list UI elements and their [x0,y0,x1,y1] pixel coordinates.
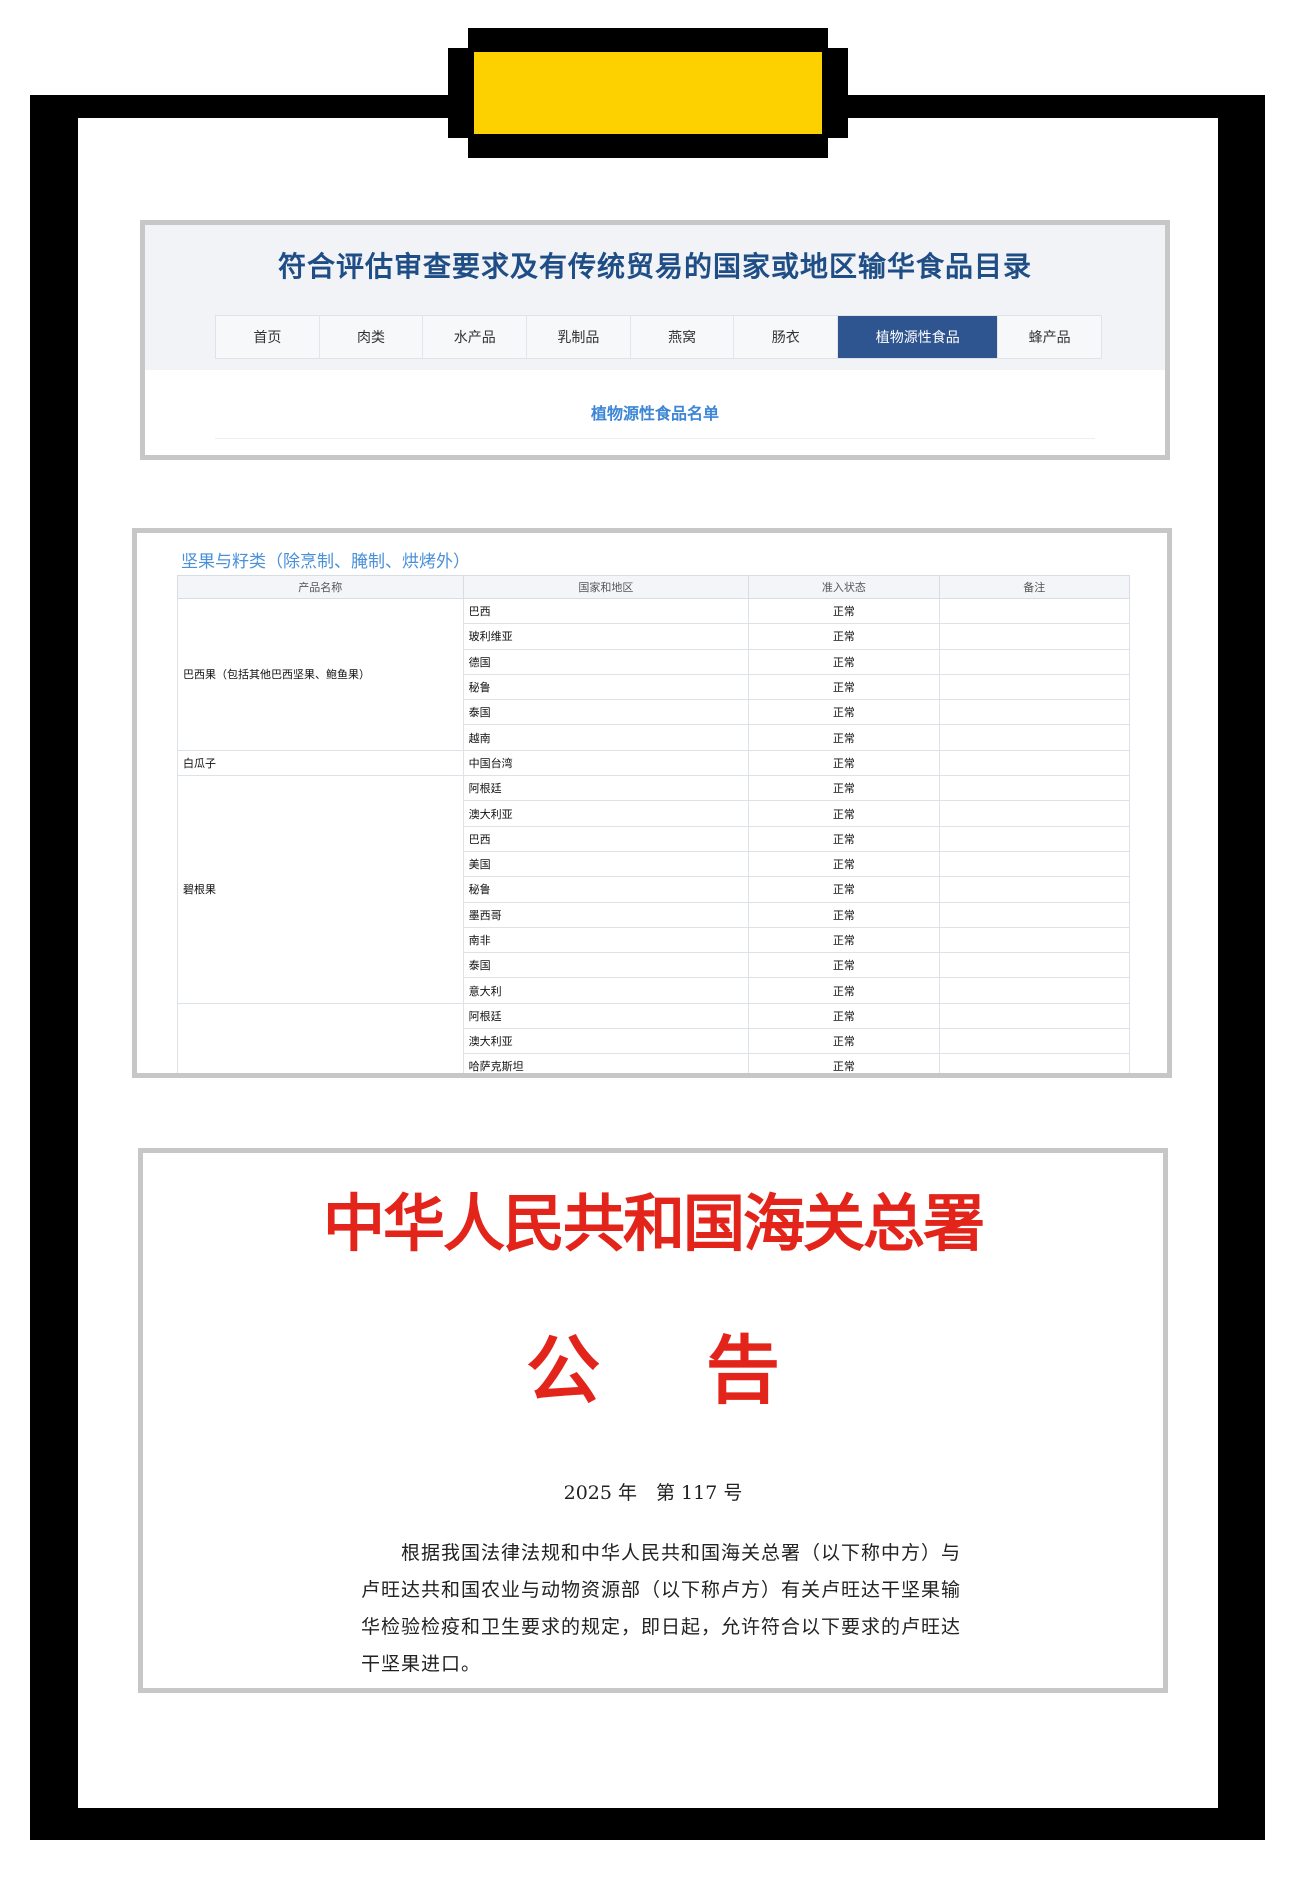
remark-cell [938,775,1131,802]
country-cell: 南非 [462,926,750,954]
remark-cell [938,699,1131,726]
nav-item-casing[interactable]: 肠衣 [734,316,839,358]
remark-cell [938,876,1131,903]
status-cell: 正常 [748,977,940,1004]
country-cell: 秘鲁 [462,673,750,701]
country-cell: 墨西哥 [462,901,750,928]
notice-heading: 公 告 [526,1328,780,1414]
product-table: 产品名称 国家和地区 准入状态 备注 巴西果（包括其他巴西坚果、鲍鱼果） 巴西 正常… [177,575,1131,1073]
country-cell: 中国台湾 [462,749,750,777]
header-status: 准入状态 [748,575,940,599]
country-cell: 澳大利亚 [462,800,750,827]
country-cell: 秘鲁 [462,876,750,903]
remark-cell [938,1002,1131,1030]
remark-cell [938,623,1131,650]
header-country: 国家和地区 [462,575,750,599]
country-cell: 越南 [462,724,750,751]
remark-cell [938,724,1131,751]
divider [215,438,1095,439]
table-row: 碧根果 阿根廷 正常 [177,775,1131,1004]
agency-title: 中华人民共和国海关总署 [322,1187,985,1260]
remark-cell [938,749,1131,777]
notice-number: 2025 年 第 117 号 [563,1482,743,1504]
site-title: 符合评估审查要求及有传统贸易的国家或地区输华食品目录 [277,250,1032,283]
country-cell: 泰国 [462,952,750,979]
table-row: 白瓜子 中国台湾 正常 [177,749,1131,777]
status-cell: 正常 [748,1002,940,1030]
status-cell: 正常 [748,724,940,751]
table-header-row: 产品名称 国家和地区 准入状态 备注 [177,575,1131,599]
status-cell: 正常 [748,623,940,650]
nav-item-home[interactable]: 首页 [216,316,320,358]
nav-item-dairy[interactable]: 乳制品 [527,316,631,358]
status-cell: 正常 [748,1053,940,1073]
country-cell: 美国 [462,850,750,878]
product-name-cell: 巴西果（包括其他巴西坚果、鲍鱼果） [177,598,464,751]
remark-cell [938,926,1131,954]
clipboard-clip [470,48,826,138]
country-cell: 阿根廷 [462,775,750,802]
status-cell: 正常 [748,901,940,928]
website-header-panel: 符合评估审查要求及有传统贸易的国家或地区输华食品目录 首页 肉类 水产品 乳制品… [140,220,1170,460]
status-cell: 正常 [748,699,940,726]
country-cell: 德国 [462,648,750,675]
nav-item-aquatic[interactable]: 水产品 [423,316,528,358]
status-cell: 正常 [748,825,940,852]
product-name-cell: 白瓜子 [177,749,464,777]
country-cell: 巴西 [462,825,750,852]
country-cell: 阿根廷 [462,1002,750,1030]
country-cell: 澳大利亚 [462,1028,750,1055]
product-name-cell [177,1002,464,1073]
nav-item-bee-products[interactable]: 蜂产品 [998,316,1101,358]
status-cell: 正常 [748,952,940,979]
remark-cell [938,901,1131,928]
status-cell: 正常 [748,1028,940,1055]
remark-cell [938,1053,1131,1073]
remark-cell [938,952,1131,979]
table-body: 巴西果（包括其他巴西坚果、鲍鱼果） 巴西 正常 玻利维亚 正常 德国 正常 秘鲁 正常 泰国 正常越… [177,597,1131,1073]
country-cell: 泰国 [462,699,750,726]
status-cell: 正常 [748,775,940,802]
remark-cell [938,597,1131,625]
product-name-cell: 碧根果 [177,775,464,1004]
remark-cell [938,1028,1131,1055]
main-nav: 首页 肉类 水产品 乳制品 燕窝 肠衣 植物源性食品 蜂产品 [215,315,1102,359]
status-cell: 正常 [748,597,940,625]
status-cell: 正常 [748,749,940,777]
status-cell: 正常 [748,800,940,827]
announcement-panel: 中华人民共和国海关总署 公 告 2025 年 第 117 号 根据我国法律法规和… [138,1148,1168,1693]
status-cell: 正常 [748,673,940,701]
country-cell: 哈萨克斯坦 [462,1053,750,1073]
nav-item-birdnest[interactable]: 燕窝 [631,316,735,358]
site-header: 符合评估审查要求及有传统贸易的国家或地区输华食品目录 首页 肉类 水产品 乳制品… [145,225,1165,370]
nav-item-meat[interactable]: 肉类 [320,316,424,358]
status-cell: 正常 [748,876,940,903]
country-cell: 玻利维亚 [462,623,750,650]
status-cell: 正常 [748,926,940,954]
nav-item-plant-food[interactable]: 植物源性食品 [838,316,999,358]
country-cell: 意大利 [462,977,750,1004]
table-panel: 坚果与籽类（除烹制、腌制、烘烤外） 产品名称 国家和地区 准入状态 备注 巴西果… [132,528,1172,1078]
remark-cell [938,673,1131,701]
remark-cell [938,648,1131,675]
header-remark: 备注 [938,575,1131,599]
status-cell: 正常 [748,648,940,675]
status-cell: 正常 [748,850,940,878]
remark-cell [938,825,1131,852]
table-row: 阿根廷 正常 [177,1002,1131,1073]
notice-body: 根据我国法律法规和中华人民共和国海关总署（以下称中方）与卢旺达共和国农业与动物资… [361,1542,962,1675]
list-title: 植物源性食品名单 [590,404,719,423]
remark-cell [938,850,1131,878]
table-row: 巴西果（包括其他巴西坚果、鲍鱼果） 巴西 正常 [177,597,1131,751]
category-title: 坚果与籽类（除烹制、腌制、烘烤外） [181,552,470,572]
country-cell: 巴西 [462,597,750,625]
header-product: 产品名称 [177,575,464,599]
remark-cell [938,977,1131,1004]
remark-cell [938,800,1131,827]
